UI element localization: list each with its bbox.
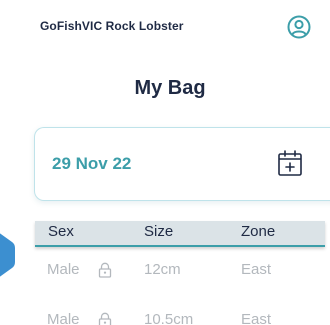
column-header-size: Size (144, 223, 174, 240)
calendar-add-icon[interactable] (277, 149, 303, 177)
date-selector[interactable]: 29 Nov 22 (34, 127, 330, 201)
table-row[interactable]: Male 10.5cm East (35, 303, 325, 325)
column-header-zone: Zone (241, 223, 276, 240)
cell-zone: East (241, 261, 272, 278)
user-circle-icon[interactable] (286, 14, 312, 40)
column-header-sex: Sex (48, 223, 74, 240)
cell-zone: East (241, 311, 272, 325)
cell-sex: Male (47, 261, 80, 278)
top-bar: GoFishVIC Rock Lobster (0, 0, 330, 58)
cell-size: 10.5cm (144, 311, 194, 325)
lock-icon (98, 312, 112, 325)
side-drawer-tab[interactable] (0, 232, 16, 278)
catch-table-header: Sex Size Zone (35, 221, 325, 247)
table-row[interactable]: Male 12cm East (35, 253, 325, 287)
cell-sex: Male (47, 311, 80, 325)
lock-icon (98, 262, 112, 278)
selected-date: 29 Nov 22 (52, 154, 132, 173)
page-title: My Bag (134, 77, 206, 99)
my-bag-screen: GoFishVIC Rock Lobster My Bag 29 Nov 22 … (0, 0, 330, 325)
cell-size: 12cm (144, 261, 181, 278)
app-title: GoFishVIC Rock Lobster (40, 19, 184, 33)
